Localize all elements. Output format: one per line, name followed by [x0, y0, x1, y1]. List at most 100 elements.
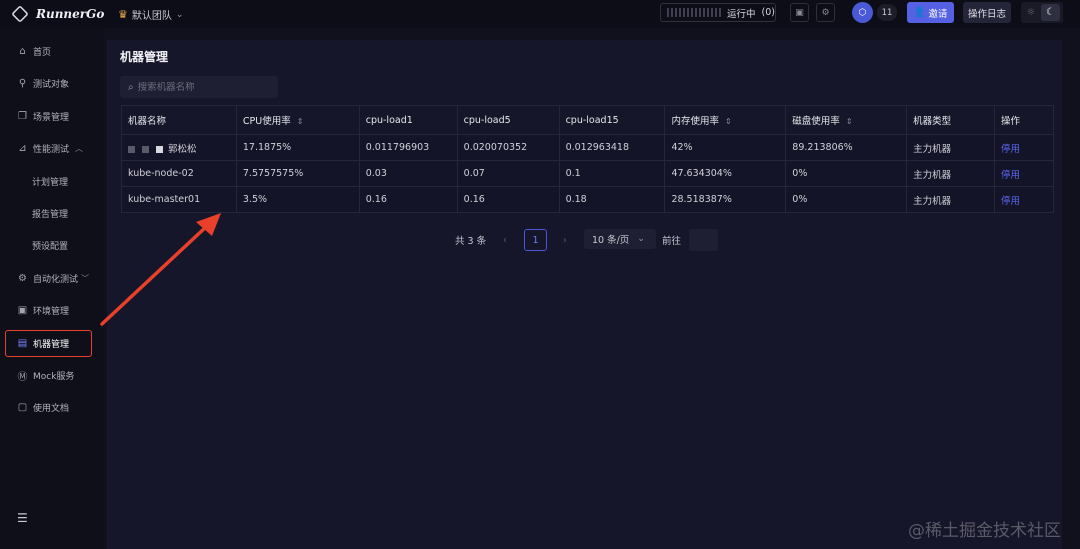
team-switcher[interactable]: ♛ 默认团队 ⌄: [118, 7, 183, 22]
sidebar-item-label: Mock服务: [33, 371, 75, 382]
logo[interactable]: RunnerGo: [11, 5, 105, 23]
cell-load15: 0.012963418: [558, 134, 666, 161]
avatar-logo-icon: ⬡: [858, 7, 867, 18]
disable-link[interactable]: 停用: [994, 186, 1054, 213]
disable-link[interactable]: 停用: [994, 134, 1054, 161]
column-header-load1: cpu-load1: [358, 105, 458, 135]
cell-load15: 0.18: [558, 186, 666, 213]
column-header-type: 机器类型: [906, 105, 996, 135]
theme-toggle[interactable]: ☼ ☾: [1021, 2, 1063, 23]
sidebar-item-label: 自动化测试: [33, 274, 79, 285]
column-header-memory[interactable]: 内存使用率 ⇕: [664, 105, 787, 135]
user-icon: 👤: [913, 7, 926, 18]
running-status[interactable]: 运行中 (0): [660, 3, 776, 22]
sidebar-item-label: 场景管理: [33, 112, 70, 123]
logo-icon: [11, 5, 29, 23]
collapse-sidebar-icon[interactable]: ☰: [17, 511, 28, 525]
column-header-load15: cpu-load15: [558, 105, 666, 135]
sidebar-item-label: 性能测试: [33, 144, 70, 155]
table-row: 郭松松 17.1875% 0.011796903 0.020070352 0.0…: [121, 134, 1054, 161]
sidebar-item-plans[interactable]: 计划管理: [0, 170, 104, 192]
screen-button[interactable]: ▣: [790, 3, 809, 22]
goto-page-input[interactable]: [689, 229, 718, 251]
cell-load15: 0.1: [558, 160, 666, 187]
chart-icon: ⊿: [18, 142, 27, 154]
gear-icon: ⚙: [821, 7, 830, 18]
cell-type: 主力机器: [906, 186, 996, 213]
sidebar: ⌂ 首页 ⚲ 测试对象 ❐ 场景管理 ⊿ 性能测试 ︿ 计划管理 报告管理 预设…: [0, 28, 104, 549]
disable-link[interactable]: 停用: [994, 160, 1054, 187]
sort-icon[interactable]: ⇕: [846, 117, 853, 126]
table-row: kube-master01 3.5% 0.16 0.16 0.18 28.518…: [121, 186, 1054, 213]
cell-load1: 0.16: [358, 186, 458, 213]
cell-disk: 0%: [785, 160, 908, 187]
sidebar-item-machines[interactable]: ▤ 机器管理: [5, 330, 92, 357]
sidebar-item-label: 报告管理: [32, 209, 69, 220]
invite-button[interactable]: 👤 邀请: [907, 2, 954, 23]
cell-cpu: 7.5757575%: [235, 160, 360, 187]
operation-log-button[interactable]: 操作日志: [963, 2, 1011, 23]
page-number-current[interactable]: 1: [524, 229, 547, 251]
cell-load5: 0.020070352: [456, 134, 560, 161]
sidebar-item-label: 机器管理: [33, 340, 70, 350]
chevron-up-icon: ︿: [75, 143, 84, 153]
cell-type: 主力机器: [906, 160, 996, 187]
sidebar-item-environments[interactable]: ▣ 环境管理: [0, 299, 104, 321]
cell-type: 主力机器: [906, 134, 996, 161]
sidebar-item-test-objects[interactable]: ⚲ 测试对象: [0, 72, 104, 94]
cell-load1: 0.011796903: [358, 134, 458, 161]
crown-icon: ♛: [118, 8, 128, 21]
sidebar-item-scenes[interactable]: ❐ 场景管理: [0, 105, 104, 127]
next-page-icon[interactable]: ›: [563, 229, 567, 251]
logo-text: RunnerGo: [36, 7, 105, 21]
page-size-value: 10 条/页: [592, 235, 630, 246]
progress-bars-icon: [667, 8, 721, 17]
mock-icon: Ⓜ: [17, 371, 28, 383]
chevron-down-icon: ﹀: [81, 273, 90, 283]
sun-icon[interactable]: ☼: [1021, 7, 1041, 18]
search-input[interactable]: [137, 81, 268, 93]
sidebar-item-docs[interactable]: ▢ 使用文档: [0, 396, 104, 418]
user-count-badge: 11: [877, 4, 897, 21]
copy-icon: ❐: [18, 110, 27, 122]
running-label: 运行中: [727, 8, 756, 20]
machine-icon: ▤: [17, 338, 28, 349]
avatar[interactable]: ⬡: [852, 2, 873, 23]
redacted-mask: [128, 145, 163, 153]
cell-disk: 89.213806%: [785, 134, 908, 161]
cell-load5: 0.07: [456, 160, 560, 187]
prev-page-icon[interactable]: ‹: [503, 229, 507, 251]
column-header-disk[interactable]: 磁盘使用率 ⇕: [785, 105, 908, 135]
chevron-down-icon: ⌄: [175, 9, 184, 20]
sidebar-item-reports[interactable]: 报告管理: [0, 202, 104, 224]
sidebar-item-label: 环境管理: [33, 306, 70, 317]
page-size-select[interactable]: 10 条/页 ⌄: [584, 229, 656, 249]
cell-disk: 0%: [785, 186, 908, 213]
watermark: @稀土掘金技术社区: [908, 521, 1061, 541]
machine-table: 机器名称 CPU使用率 ⇕ cpu-load1 cpu-load5 cpu-loa…: [121, 105, 1054, 213]
sidebar-item-presets[interactable]: 预设配置: [0, 234, 104, 256]
settings-button[interactable]: ⚙: [816, 3, 835, 22]
sort-icon[interactable]: ⇕: [297, 117, 304, 126]
sidebar-item-mock[interactable]: Ⓜ Mock服务: [0, 364, 104, 386]
cell-cpu: 17.1875%: [235, 134, 360, 161]
cell-name: kube-master01: [121, 186, 237, 213]
sidebar-item-label: 测试对象: [33, 79, 70, 90]
sidebar-item-performance[interactable]: ⊿ 性能测试 ︿: [0, 137, 104, 159]
cell-load1: 0.03: [358, 160, 458, 187]
main-content: 机器管理 ⌕ 机器名称 CPU使用率⇕ cpu-load1 cpu-load5 …: [107, 40, 1062, 549]
search-box[interactable]: ⌕: [120, 76, 278, 98]
sort-icon[interactable]: ⇕: [725, 117, 732, 126]
invite-label: 邀请: [928, 8, 948, 20]
doc-icon: ▢: [17, 401, 28, 413]
sidebar-item-label: 预设配置: [32, 241, 69, 252]
sidebar-item-automation[interactable]: ⚙ 自动化测试 ﹀: [0, 267, 104, 289]
pagination-total: 共 3 条: [455, 236, 487, 247]
sidebar-item-home[interactable]: ⌂ 首页: [0, 40, 104, 62]
link-icon: ⚲: [18, 77, 27, 89]
page-title: 机器管理: [120, 50, 169, 64]
column-header-action: 操作: [994, 105, 1054, 135]
moon-icon[interactable]: ☾: [1041, 4, 1060, 21]
column-header-cpu[interactable]: CPU使用率 ⇕: [235, 105, 360, 135]
cell-name: 郭松松: [121, 134, 237, 161]
